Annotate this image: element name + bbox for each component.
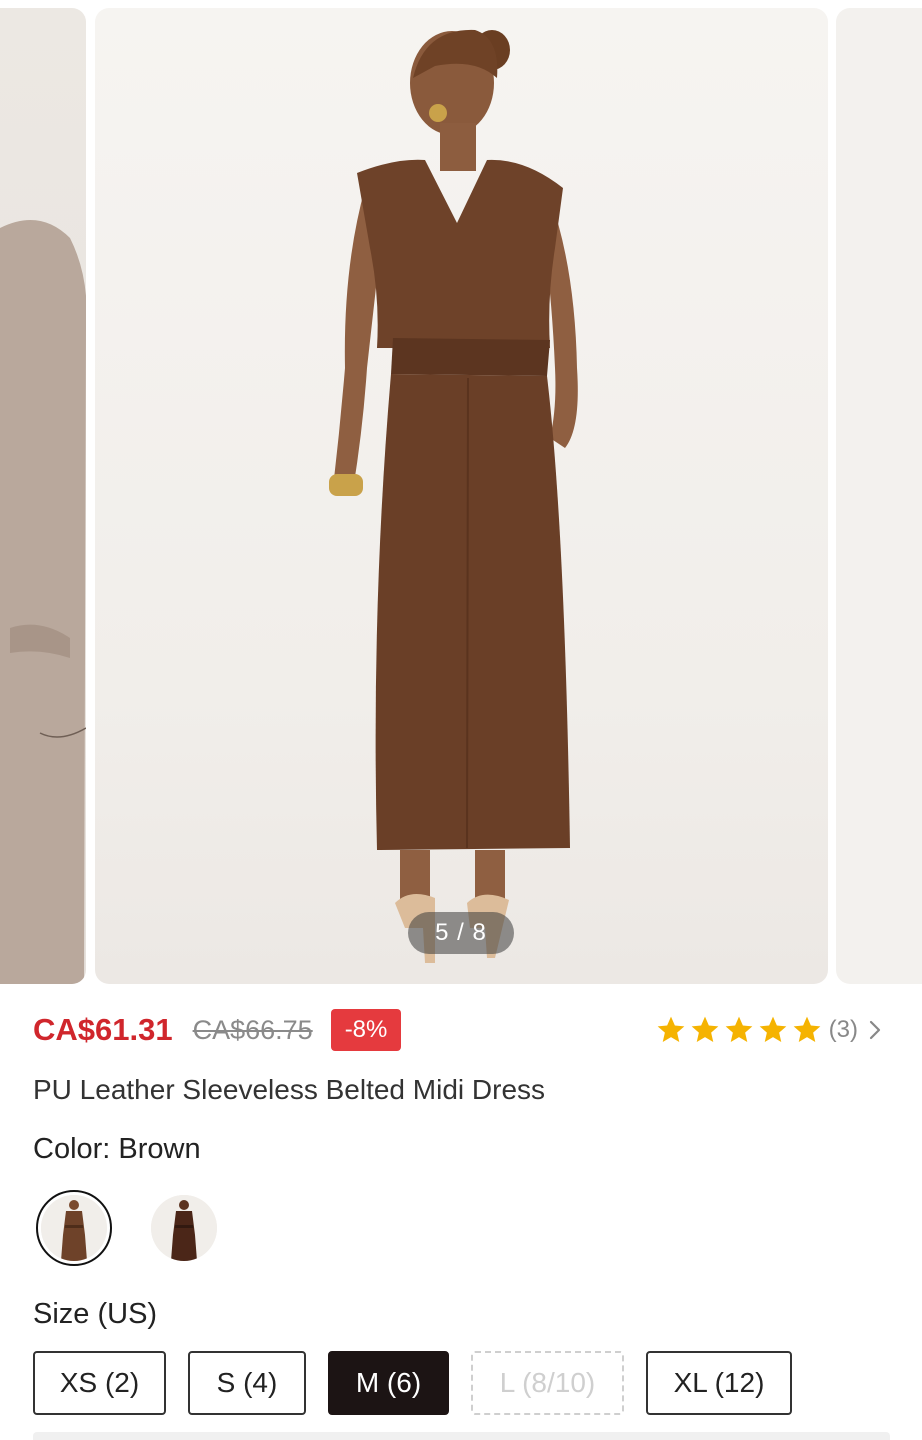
color-label: Color: Brown xyxy=(33,1133,201,1165)
next-section-edge xyxy=(33,1432,890,1440)
swatch-dark-brown-image xyxy=(151,1195,217,1261)
review-count: (3) xyxy=(828,1016,858,1043)
color-swatches xyxy=(36,1190,222,1266)
product-title: PU Leather Sleeveless Belted Midi Dress xyxy=(33,1074,546,1105)
size-option-m[interactable]: M (6) xyxy=(328,1351,449,1415)
size-options: XS (2) S (4) M (6) L (8/10) XL (12) xyxy=(33,1351,792,1415)
swatch-brown-thumbnail xyxy=(41,1195,107,1261)
size-section-title: Size (US) xyxy=(33,1298,158,1330)
star-icon xyxy=(689,1014,721,1046)
current-price: CA$61.31 xyxy=(33,1012,173,1047)
original-price: CA$66.75 xyxy=(192,1014,313,1045)
next-product-image[interactable] xyxy=(836,8,922,984)
star-icon xyxy=(791,1014,823,1046)
star-icon xyxy=(655,1014,687,1046)
star-rating xyxy=(655,1014,823,1046)
star-icon xyxy=(757,1014,789,1046)
size-option-s[interactable]: S (4) xyxy=(188,1351,306,1415)
product-image-gallery[interactable]: 5 / 8 xyxy=(0,0,922,986)
discount-badge: -8% xyxy=(330,1009,402,1051)
image-counter: 5 / 8 xyxy=(408,912,514,954)
size-option-xl[interactable]: XL (12) xyxy=(646,1351,792,1415)
rating-summary[interactable]: (3) xyxy=(655,1010,884,1050)
main-product-image[interactable]: 5 / 8 xyxy=(95,8,828,984)
swatch-dark-brown[interactable] xyxy=(146,1190,222,1266)
swatch-dark-brown-thumbnail xyxy=(151,1195,217,1261)
swatch-brown[interactable] xyxy=(36,1190,112,1266)
size-option-xs[interactable]: XS (2) xyxy=(33,1351,166,1415)
previous-product-image[interactable] xyxy=(0,8,86,984)
star-icon xyxy=(723,1014,755,1046)
chevron-right-icon xyxy=(866,1018,884,1042)
price-row: CA$61.31 CA$66.75 -8% xyxy=(33,1008,402,1052)
model-in-brown-dress-image xyxy=(329,29,578,963)
swatch-brown-image xyxy=(41,1195,107,1261)
size-option-l[interactable]: L (8/10) xyxy=(471,1351,624,1415)
previous-image-figure xyxy=(0,220,86,984)
